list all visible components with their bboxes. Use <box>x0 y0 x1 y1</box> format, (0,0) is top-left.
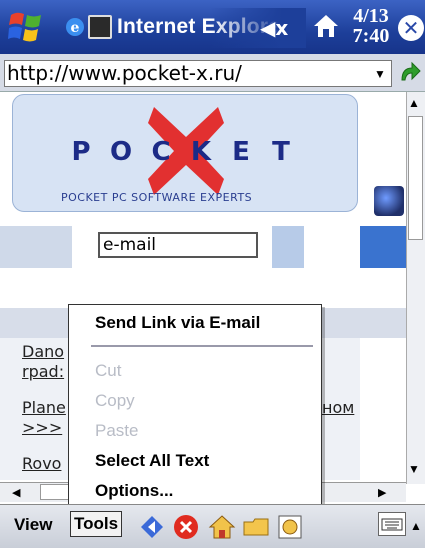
scroll-up-icon[interactable]: ▲ <box>408 96 420 110</box>
pocket-ie-screen: e Internet Explorer ◀x 4/13 7:40 ✕ http:… <box>0 0 425 548</box>
band-block <box>272 226 304 268</box>
app-icon <box>88 15 112 39</box>
windows-flag-icon[interactable] <box>8 9 44 43</box>
speaker-icon[interactable]: ◀x <box>260 16 288 40</box>
page-link[interactable]: >>> <box>22 418 62 437</box>
page-link[interactable]: rpad: <box>22 362 64 381</box>
page-link[interactable]: Rovo <box>22 454 61 473</box>
title-fade <box>210 8 306 48</box>
menu-cut: Cut <box>95 361 122 380</box>
menu-separator <box>91 345 313 347</box>
logo-letter: C <box>151 137 171 167</box>
stop-icon[interactable] <box>172 513 200 541</box>
clock[interactable]: 4/13 7:40 <box>347 6 395 46</box>
logo-letter: T <box>272 137 290 167</box>
menu-copy: Copy <box>95 391 135 410</box>
menu-select-all[interactable]: Select All Text <box>95 451 209 471</box>
band-block <box>0 226 72 268</box>
logo-tagline: POCKET PC SOFTWARE EXPERTS <box>61 191 253 204</box>
clock-time: 7:40 <box>352 25 390 47</box>
logo-letter: E <box>232 137 250 167</box>
history-icon[interactable] <box>276 513 304 541</box>
address-bar: http://www.pocket-x.ru/ ▼ <box>0 54 425 92</box>
pocket-logo-banner[interactable]: POCKET POCKET PC SOFTWARE EXPERTS <box>12 94 358 212</box>
scroll-right-icon[interactable]: ▶ <box>378 486 386 499</box>
menu-options[interactable]: Options... <box>95 481 173 501</box>
sip-arrow-icon[interactable]: ▲ <box>410 519 422 533</box>
page-link[interactable]: Dano <box>22 342 64 361</box>
side-globe-icon[interactable] <box>374 186 404 216</box>
scroll-down-icon[interactable]: ▼ <box>408 462 420 476</box>
svg-text:e: e <box>71 20 80 36</box>
page-link[interactable]: Plane <box>22 398 66 417</box>
address-input[interactable]: http://www.pocket-x.ru/ <box>4 60 392 87</box>
favorites-icon[interactable] <box>242 513 270 541</box>
band-block <box>360 226 406 268</box>
green-arrow-icon[interactable] <box>398 60 422 86</box>
page-link[interactable]: ном <box>322 398 354 417</box>
view-menu[interactable]: View <box>14 515 52 535</box>
logo-letter: K <box>190 137 212 167</box>
tools-context-menu: Send Link via E-mail Cut Copy Paste Sele… <box>68 304 322 506</box>
back-icon[interactable] <box>138 513 166 541</box>
scroll-left-icon[interactable]: ◀ <box>12 486 20 499</box>
pocket-logo-text: POCKET <box>61 137 301 167</box>
address-dropdown-icon[interactable]: ▼ <box>374 67 386 81</box>
ie-icon: e <box>64 16 86 38</box>
home-icon[interactable] <box>312 13 340 39</box>
vertical-scroll-thumb[interactable] <box>408 116 423 240</box>
logo-letter: O <box>109 137 133 167</box>
menu-paste: Paste <box>95 421 139 440</box>
logo-letter: P <box>71 137 91 167</box>
close-button[interactable]: ✕ <box>398 15 424 41</box>
home-toolbar-icon[interactable] <box>208 513 236 541</box>
keyboard-icon[interactable] <box>378 512 406 536</box>
clock-date: 4/13 <box>353 5 389 27</box>
email-field[interactable]: e-mail <box>98 232 258 258</box>
title-bar: e Internet Explorer ◀x 4/13 7:40 ✕ <box>0 0 425 54</box>
menu-send-link[interactable]: Send Link via E-mail <box>95 313 260 333</box>
tools-menu[interactable]: Tools <box>70 511 123 537</box>
